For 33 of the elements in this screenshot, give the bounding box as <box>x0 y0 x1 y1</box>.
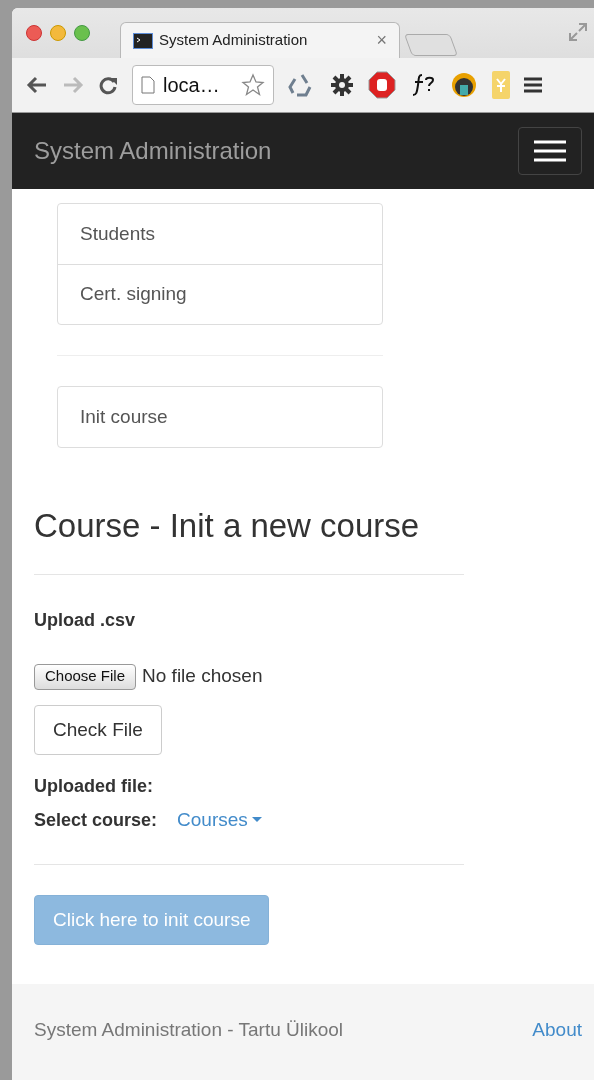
caret-icon <box>251 817 262 824</box>
reload-icon[interactable] <box>98 75 118 95</box>
zoom-window-icon[interactable] <box>74 25 90 41</box>
fullscreen-icon[interactable] <box>568 22 588 42</box>
star-icon[interactable] <box>241 73 265 97</box>
browser-tab[interactable]: System Administration × <box>120 22 400 58</box>
settings-icon[interactable] <box>330 73 354 97</box>
terminal-icon <box>133 32 153 49</box>
page-icon <box>141 76 155 94</box>
choose-file-button[interactable]: Choose File <box>34 663 137 690</box>
menu-icon[interactable] <box>524 76 542 94</box>
back-arrow-icon[interactable] <box>26 76 48 94</box>
navbar-brand[interactable]: System Administration <box>34 133 272 169</box>
courses-dropdown[interactable]: Courses <box>177 805 262 835</box>
page-heading: Course - Init a new course <box>34 508 421 545</box>
upload-label: Upload .csv <box>34 609 137 633</box>
file-status-text: No file chosen <box>142 664 263 689</box>
close-window-icon[interactable] <box>26 25 42 41</box>
uploaded-file-label: Uploaded file: <box>34 774 154 798</box>
address-bar[interactable]: loca… <box>132 65 274 105</box>
menu-toggle-button[interactable] <box>518 127 582 175</box>
tab-close-button[interactable]: × <box>376 27 387 54</box>
menu-item[interactable]: Init course <box>58 387 382 447</box>
check-file-button[interactable]: Check File <box>34 704 162 755</box>
tab-title: System Administration <box>159 30 309 51</box>
menu-icon <box>534 140 566 162</box>
menu-item[interactable]: Cert. signing <box>58 264 382 324</box>
menu-item[interactable]: Students <box>58 204 382 264</box>
extension-icon[interactable] <box>450 71 478 99</box>
address-text: loca… <box>163 73 221 98</box>
footer-text: System Administration - Tartu Ülikool <box>34 1017 344 1042</box>
formula-icon[interactable] <box>410 72 436 98</box>
select-course-label: Select course: <box>34 808 158 832</box>
